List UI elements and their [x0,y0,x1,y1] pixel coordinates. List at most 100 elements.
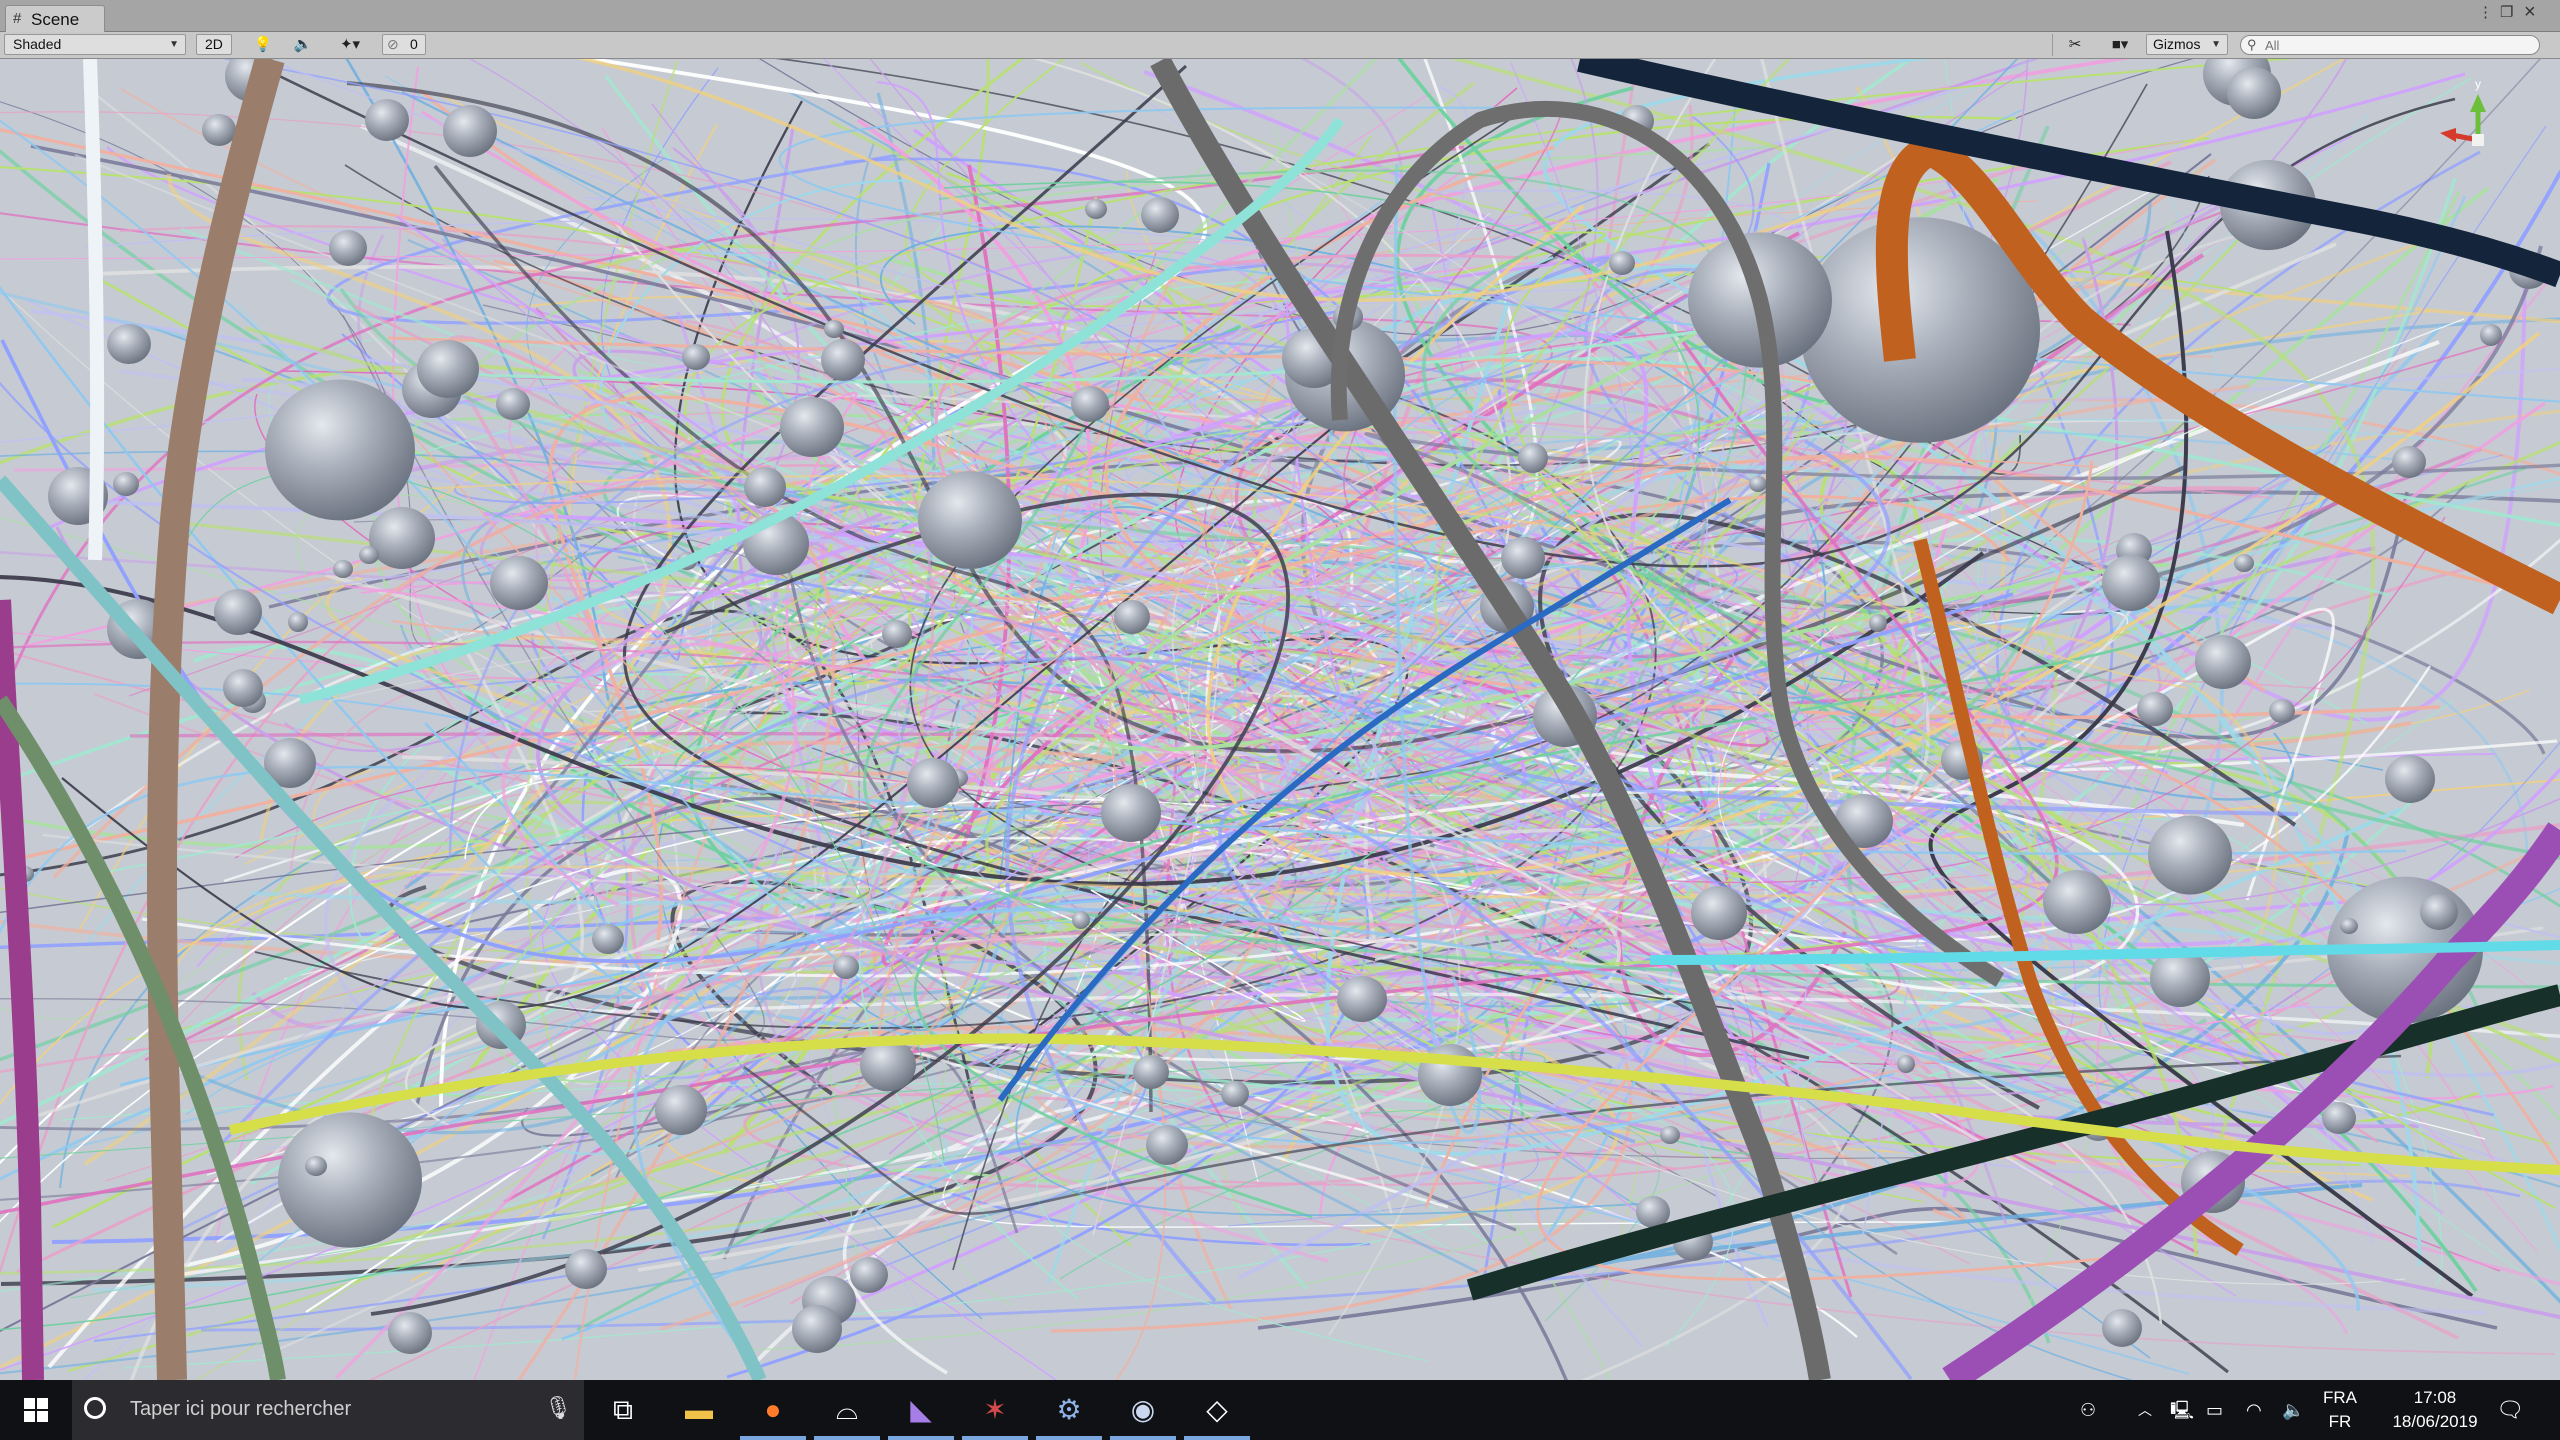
draw-mode-dropdown[interactable]: Shaded ▼ [4,34,186,55]
network-device-icon[interactable]: 🖳 [2170,1380,2194,1440]
clock-date: 18/06/2019 [2392,1412,2478,1431]
maximize-icon[interactable]: ❐ [2500,3,2513,21]
node-sphere [288,612,308,632]
gizmo-y-label: y [2475,77,2481,91]
white-tube [83,59,105,561]
node-sphere [369,507,435,569]
microphone-icon[interactable]: 🎙 [544,1395,572,1421]
node-sphere [1609,251,1635,275]
node-sphere [2102,1309,2142,1347]
node-sphere [824,320,844,338]
node-sphere [333,560,353,578]
unity-icon[interactable]: ◇ [1180,1380,1254,1440]
scene-tab[interactable]: # Scene [5,5,105,32]
node-sphere [496,388,530,420]
node-sphere [305,1156,327,1176]
node-sphere [1101,784,1161,842]
node-sphere [278,1112,422,1248]
clock-time: 17:08 [2413,1388,2457,1407]
scene-viewport[interactable]: y [0,59,2560,1380]
node-sphere [2043,870,2111,934]
node-sphere [1072,911,1090,929]
node-sphere [682,344,710,370]
people-icon[interactable]: ⚇ [2080,1380,2096,1440]
windows-taskbar: Taper ici pour rechercher 🎙 ⧉ ▬ ● ⌓ ◣ ✶ … [0,1380,2560,1440]
mode-2d-toggle[interactable]: 2D [196,34,232,55]
node-sphere [443,105,497,157]
clock[interactable]: 17:08 18/06/2019 [2360,1386,2510,1434]
vr-app-icon[interactable]: ◉ [1106,1380,1180,1440]
node-sphere [365,99,409,141]
scene-toolbar: Shaded ▼ 2D 💡 🔈 ✦▾ ⊘ 0 ✂ ■▾ Gizmos ▼ ⚲ [0,32,2560,59]
node-sphere [2392,446,2426,478]
node-sphere [1518,443,1548,473]
file-explorer-icon[interactable]: ▬ [662,1380,736,1440]
chevron-down-icon: ▼ [169,39,179,50]
node-sphere [2137,692,2173,726]
tools-icon[interactable]: ✂ [2060,35,2090,55]
node-sphere [1749,476,1767,492]
settings-gear-icon[interactable]: ⚙ [1032,1380,1106,1440]
node-sphere [821,339,865,381]
node-sphere [2420,894,2458,930]
node-sphere [223,669,263,707]
windows-logo-icon [24,1398,48,1422]
vr-headset-icon[interactable]: ⌓ [810,1380,884,1440]
node-sphere [850,1257,888,1293]
speaker-icon[interactable]: 🔈 [288,35,318,55]
effects-icon[interactable]: ✦▾ [330,35,370,55]
search-icon: ⚲ [2247,37,2257,52]
node-sphere [214,589,262,635]
hidden-count: 0 [410,36,418,52]
node-sphere [565,1249,607,1289]
node-sphere [1869,614,1887,632]
node-sphere [2195,635,2251,689]
wifi-icon[interactable]: ◠ [2246,1380,2262,1440]
node-sphere [202,114,236,146]
node-sphere [792,1305,842,1353]
battery-icon[interactable]: ▭ [2206,1380,2223,1440]
eye-slash-icon: ⊘ [387,36,399,52]
mode-2d-label: 2D [205,36,223,52]
node-sphere [2148,815,2232,895]
node-sphere [1897,1055,1915,1073]
orientation-gizmo[interactable]: y [2440,77,2486,146]
node-sphere [2385,755,2435,803]
hierarchy-search[interactable]: ⚲ [2240,35,2540,55]
camera-icon[interactable]: ■▾ [2100,35,2140,55]
node-sphere [833,955,859,979]
gizmos-dropdown[interactable]: Gizmos ▼ [2146,34,2228,55]
window-menu-icon[interactable]: ⋮ [2478,3,2493,21]
search-input[interactable] [2265,37,2525,53]
hidden-objects-toggle[interactable]: ⊘ 0 [382,34,426,55]
node-sphere [1146,1125,1188,1165]
node-sphere [113,472,139,496]
node-sphere [2227,67,2281,119]
action-center-icon[interactable]: 🗨 [2496,1380,2524,1440]
visual-studio-icon[interactable]: ◣ [884,1380,958,1440]
node-sphere [780,397,844,457]
node-sphere [2269,699,2295,723]
node-sphere [2102,555,2160,611]
taskbar-search-box[interactable]: Taper ici pour rechercher 🎙 [72,1380,584,1440]
node-sphere [359,546,379,564]
lightbulb-icon[interactable]: 💡 [248,35,278,55]
cortana-icon [84,1397,106,1419]
close-icon[interactable]: × [2524,1,2536,24]
node-sphere [2234,554,2254,572]
node-sphere [744,467,786,507]
node-sphere [329,230,367,266]
node-sphere [1660,1126,1680,1144]
node-sphere [1501,537,1545,579]
node-sphere [655,1085,707,1135]
firefox-icon[interactable]: ● [736,1380,810,1440]
start-button[interactable] [0,1380,72,1440]
taskbar-search-placeholder: Taper ici pour rechercher [130,1398,352,1420]
node-sphere [1133,1055,1169,1089]
node-sphere [1071,386,1109,422]
node-sphere [1221,1081,1249,1107]
task-view-icon[interactable]: ⧉ [586,1380,660,1440]
game-engine-icon[interactable]: ✶ [958,1380,1032,1440]
tray-overflow-chevron-icon[interactable]: ︿ [2138,1380,2152,1440]
draw-mode-value: Shaded [13,36,62,52]
